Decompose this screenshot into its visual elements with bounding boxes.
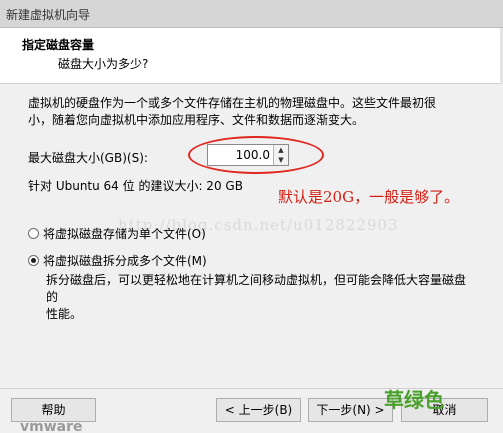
vmware-logo: vmware (20, 421, 83, 433)
description-line: 小，随着您向虚拟机中添加应用程序、文件和数据而逐渐变大。 (28, 113, 365, 127)
disk-size-input[interactable] (208, 145, 274, 165)
next-button[interactable]: 下一步(N) > (308, 398, 393, 422)
back-button[interactable]: < 上一步(B) (216, 398, 301, 422)
radio-split-files[interactable]: 将虚拟磁盘拆分成多个文件(M) (28, 252, 207, 269)
radio-split-files-label: 将虚拟磁盘拆分成多个文件(M) (43, 254, 207, 268)
radio-single-file-label: 将虚拟磁盘存储为单个文件(O) (43, 227, 206, 241)
split-description-line: 拆分磁盘后，可以更轻松地在计算机之间移动虚拟机，但可能会降低大容量磁盘的 (46, 273, 467, 304)
title-bar: 新建虚拟机向导 (0, 0, 503, 28)
split-description-line: 性能。 (46, 307, 83, 321)
disk-size-stepper[interactable]: ▲ ▼ (207, 144, 289, 166)
description-text: 虚拟机的硬盘作为一个或多个文件存储在主机的物理磁盘中。这些文件最初很 小，随着您… (28, 95, 468, 129)
recommended-size-text: 针对 Ubuntu 64 位 的建议大小: 20 GB (28, 179, 243, 193)
radio-circle-icon[interactable] (28, 228, 39, 239)
brand-watermark: 草绿色 (384, 388, 444, 412)
help-button[interactable]: 帮助 (11, 398, 96, 422)
disk-size-label: 最大磁盘大小(GB)(S): (28, 151, 148, 165)
split-files-description: 拆分磁盘后，可以更轻松地在计算机之间移动虚拟机，但可能会降低大容量磁盘的 性能。 (46, 272, 476, 323)
page-title: 指定磁盘容量 (22, 38, 95, 52)
description-line: 虚拟机的硬盘作为一个或多个文件存储在主机的物理磁盘中。这些文件最初很 (28, 96, 437, 110)
wizard-header: 指定磁盘容量 磁盘大小为多少? (0, 28, 503, 84)
radio-selected-icon[interactable] (28, 255, 39, 266)
window-title: 新建虚拟机向导 (6, 8, 91, 22)
annotation-note: 默认是20G，一般是够了。 (278, 188, 460, 206)
page-subtitle: 磁盘大小为多少? (58, 57, 149, 71)
spin-down-icon[interactable]: ▼ (273, 155, 288, 165)
radio-single-file[interactable]: 将虚拟磁盘存储为单个文件(O) (28, 225, 206, 242)
